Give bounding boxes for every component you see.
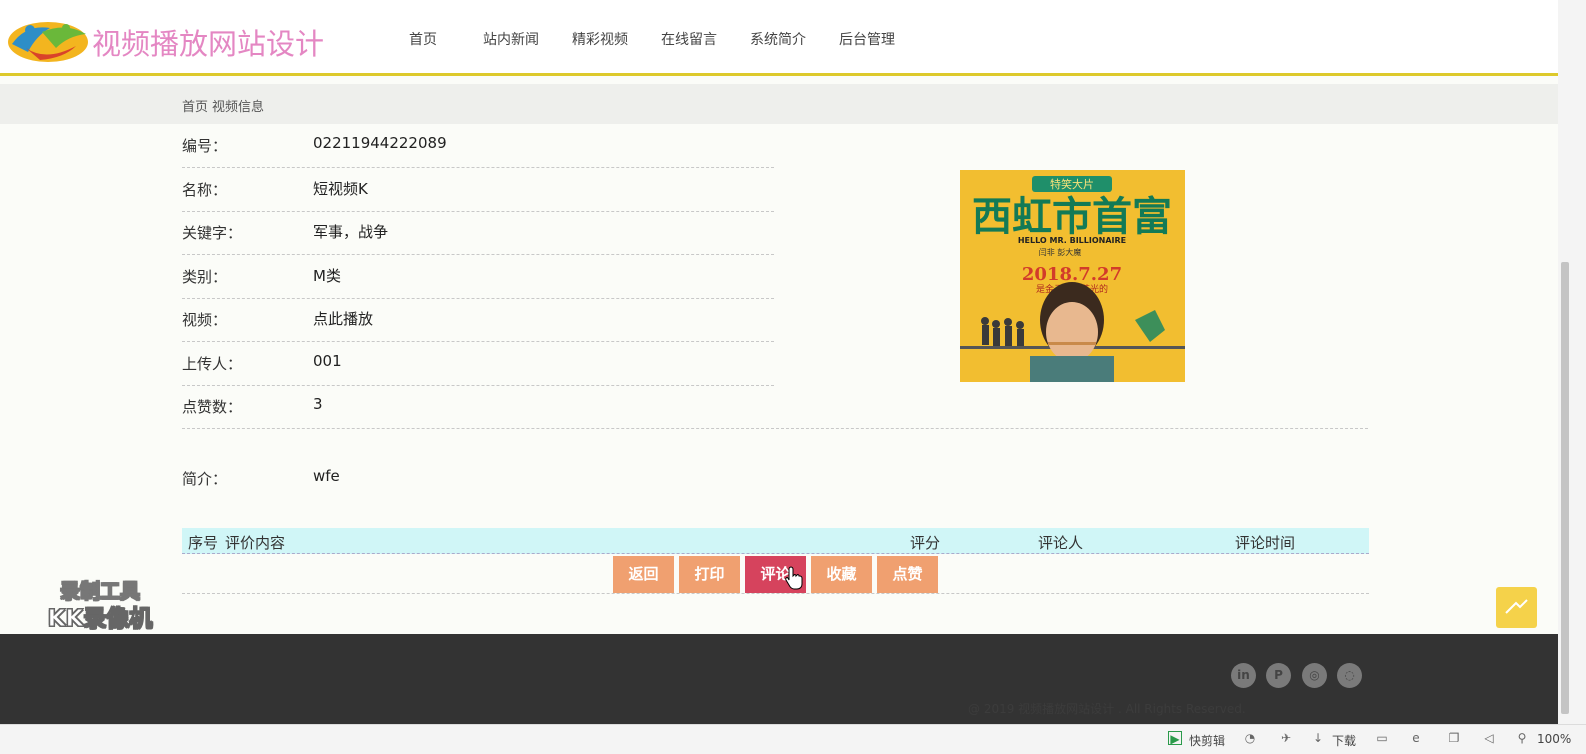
- th-index: 序号: [188, 534, 219, 552]
- detail-value: 军事，战争: [313, 223, 389, 241]
- nav-home[interactable]: 首页: [409, 30, 437, 50]
- scroll-to-top-button[interactable]: [1496, 587, 1537, 628]
- detail-label: 关键字：: [182, 224, 243, 242]
- detail-row-category: 类别： M类: [182, 256, 774, 299]
- video-poster: 特笑大片 西虹市首富 HELLO MR. BILLIONAIRE 闫非 彭大魔 …: [960, 170, 1185, 382]
- poster-cast: 闫非 彭大魔: [1039, 247, 1082, 257]
- detail-row-id: 编号： 02211944222089: [182, 125, 774, 168]
- detail-label: 编号：: [182, 137, 228, 155]
- ie-icon[interactable]: e: [1409, 731, 1423, 745]
- poster-badge: 特笑大片: [1050, 177, 1094, 191]
- nav-news[interactable]: 站内新闻: [483, 30, 539, 50]
- copyright-text: @ 2019 视频播放网站设计 . All Rights Reserved.: [968, 702, 1246, 716]
- site-title: 视频播放网站设计: [92, 27, 325, 61]
- pinterest-icon[interactable]: P: [1266, 663, 1291, 688]
- divider: [182, 593, 1369, 594]
- favorite-button[interactable]: 收藏: [811, 556, 872, 593]
- watermark-line-1: 录制工具: [60, 579, 141, 604]
- th-content: 评价内容: [225, 534, 286, 552]
- detail-label: 上传人：: [182, 355, 243, 373]
- arrow-up-icon: [1505, 599, 1528, 614]
- print-button[interactable]: 打印: [679, 556, 740, 593]
- poster-date: 2018.7.27: [1022, 264, 1122, 285]
- quick-cut-label[interactable]: 快剪辑: [1189, 732, 1225, 749]
- watermark-line-2: KK录像机: [47, 606, 153, 633]
- site-logo-icon[interactable]: [6, 18, 90, 64]
- detail-value: wfe: [313, 467, 340, 485]
- detail-label: 视频：: [182, 311, 228, 329]
- nav-admin[interactable]: 后台管理: [839, 30, 895, 50]
- breadcrumb-home[interactable]: 首页: [182, 100, 208, 115]
- th-commenter: 评论人: [1038, 534, 1084, 552]
- detail-label: 点赞数：: [182, 398, 243, 416]
- download-label[interactable]: 下载: [1332, 732, 1356, 749]
- detail-value: 短视频K: [313, 180, 368, 198]
- poster-art: 特笑大片 西虹市首富 HELLO MR. BILLIONAIRE 闫非 彭大魔 …: [960, 170, 1185, 382]
- comments-table-header: 序号 评价内容 评分 评论人 评论时间: [182, 528, 1369, 554]
- linkedin-icon[interactable]: in: [1231, 663, 1256, 688]
- nav-guestbook[interactable]: 在线留言: [661, 30, 717, 50]
- detail-row-uploader: 上传人： 001: [182, 343, 774, 386]
- detail-label: 类别：: [182, 268, 228, 286]
- detail-value: 001: [313, 352, 342, 370]
- recorder-watermark: 录制工具 KK录像机: [30, 578, 170, 636]
- scrollbar-thumb[interactable]: [1561, 262, 1569, 714]
- nav-about[interactable]: 系统简介: [750, 30, 806, 50]
- breadcrumb: 首页 视频信息: [182, 96, 268, 115]
- th-score: 评分: [910, 534, 941, 552]
- pin-icon[interactable]: ✈: [1279, 731, 1293, 745]
- volume-icon[interactable]: ◁: [1482, 731, 1496, 745]
- breadcrumb-current: 视频信息: [212, 100, 265, 115]
- site-header: 视频播放网站设计 首页 站内新闻 精彩视频 在线留言 系统简介 后台管理: [0, 0, 1558, 76]
- nav-videos[interactable]: 精彩视频: [572, 30, 628, 50]
- back-button[interactable]: 返回: [613, 556, 674, 593]
- play-video-link[interactable]: 点此播放: [313, 308, 373, 329]
- detail-row-keywords: 关键字： 军事，战争: [182, 212, 774, 255]
- detail-label: 名称：: [182, 181, 228, 199]
- poster-subtitle: HELLO MR. BILLIONAIRE: [1018, 236, 1126, 245]
- hand-cursor-icon: [785, 566, 803, 590]
- wechat-icon[interactable]: ◌: [1337, 663, 1362, 688]
- download-icon[interactable]: ↓: [1311, 731, 1325, 745]
- poster-title: 西虹市首富: [972, 193, 1172, 240]
- zoom-level[interactable]: 100%: [1537, 732, 1571, 746]
- th-time: 评论时间: [1235, 534, 1296, 552]
- detail-value: 02211944222089: [313, 134, 447, 152]
- detail-row-video: 视频： 点此播放: [182, 299, 774, 342]
- detail-row-intro: 简介： wfe: [182, 458, 774, 501]
- detail-label: 简介：: [182, 470, 228, 488]
- detail-value: 3: [313, 395, 323, 413]
- detail-row-name: 名称： 短视频K: [182, 169, 774, 212]
- window-icon[interactable]: ❐: [1447, 731, 1461, 745]
- speed-icon[interactable]: ◔: [1243, 731, 1257, 745]
- pip-icon[interactable]: ▭: [1375, 731, 1389, 745]
- quick-cut-icon[interactable]: ▶: [1168, 731, 1182, 746]
- detail-value: M类: [313, 267, 341, 285]
- zoom-icon[interactable]: ⚲: [1515, 731, 1529, 745]
- detail-row-likes: 点赞数： 3: [182, 386, 1368, 429]
- like-button[interactable]: 点赞: [877, 556, 938, 593]
- weibo-icon[interactable]: ◎: [1302, 663, 1327, 688]
